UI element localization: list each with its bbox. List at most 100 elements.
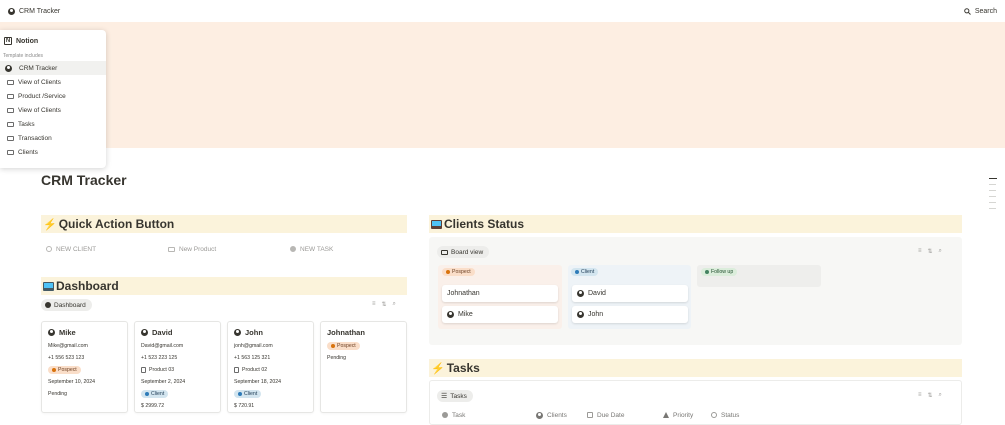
status-text: Pospect [452, 269, 471, 275]
new-product-button[interactable]: New Product [163, 242, 285, 256]
card-phone: +1 556 523 123 [48, 355, 85, 361]
card-amount: $ 2999.72 [141, 403, 165, 409]
person-icon [48, 328, 55, 336]
person-icon [234, 328, 241, 336]
tasks-column-headers: Task Clients Due Date Priority Status [442, 409, 952, 421]
board-card-mike[interactable]: Mike [442, 306, 558, 323]
card-status: Client [141, 388, 214, 400]
sidebar-brand[interactable]: N Notion [0, 35, 106, 47]
dashboard-heading: Dashboard [41, 277, 407, 295]
tasks-heading-text: Tasks [446, 361, 480, 375]
card-name: Johnathan [327, 327, 365, 337]
column-header-task[interactable]: Task [442, 412, 536, 419]
person-icon [536, 411, 543, 419]
sidebar-item-label: Product /Service [18, 92, 66, 100]
column-header-due-date[interactable]: Due Date [587, 412, 663, 419]
card-date: September 2, 2024 [141, 379, 186, 385]
lightning-icon: ⚡ [431, 362, 445, 375]
card-title: Mike [48, 326, 121, 338]
document-icon [141, 367, 146, 373]
breadcrumb-title: CRM Tracker [19, 7, 61, 15]
search-button[interactable]: Search [964, 8, 997, 15]
card-status: Pospect [48, 364, 121, 376]
tasks-view-tab[interactable]: ☰ Tasks [437, 390, 473, 402]
sidebar-item-label: Tasks [18, 120, 35, 128]
breadcrumb[interactable]: CRM Tracker [8, 7, 61, 15]
page-title: CRM Tracker [41, 172, 127, 188]
search-icon[interactable]: ⌕ [939, 392, 942, 399]
board-card-johnathan[interactable]: Johnathan [442, 285, 558, 302]
filter-icon[interactable]: ≡ [372, 301, 376, 308]
sidebar-item-view-of-clients-2[interactable]: View of Clients [0, 103, 106, 117]
status-text: Client [244, 391, 258, 397]
status-text: Follow up [711, 269, 734, 275]
quick-actions-heading: ⚡ Quick Action Button [41, 215, 407, 233]
new-task-button[interactable]: NEW TASK [285, 242, 407, 256]
topbar: CRM Tracker Search [0, 0, 1005, 22]
sidebar-item-label: View of Clients [18, 78, 61, 86]
board-card-john[interactable]: John [572, 306, 688, 323]
card-title: John [234, 326, 307, 338]
notion-logo-icon: N [4, 37, 12, 45]
card-name: John [245, 327, 263, 337]
person-icon [141, 328, 148, 336]
card-email: Mike@gmail.com [48, 343, 88, 349]
dashboard-card-john[interactable]: John jonh@gmail.com +1 563 125 321 Produ… [227, 321, 314, 413]
filter-icon[interactable]: ≡ [918, 248, 922, 255]
lightning-icon: ⚡ [43, 218, 57, 231]
sidebar-item-product-service[interactable]: Product /Service [0, 89, 106, 103]
view-icon [45, 302, 51, 308]
person-icon [447, 311, 454, 318]
card-name: David [152, 327, 173, 337]
sidebar-item-crm-tracker[interactable]: CRM Tracker [0, 61, 106, 75]
status-text: Client [151, 391, 165, 397]
board-card-label: Mike [458, 311, 473, 318]
new-client-button[interactable]: NEW CLIENT [41, 242, 163, 256]
table-icon [7, 79, 14, 85]
sidebar-item-view-of-clients[interactable]: View of Clients [0, 75, 106, 89]
sidebar-item-tasks[interactable]: Tasks [0, 117, 106, 131]
sidebar-item-clients[interactable]: Clients [0, 145, 106, 159]
table-of-contents[interactable] [989, 178, 997, 214]
board-view-tab[interactable]: Board view [437, 246, 490, 258]
sort-icon[interactable]: ⇅ [928, 392, 933, 399]
dashboard-card-johnathan[interactable]: Johnathan Pospect Pending [320, 321, 407, 413]
search-icon[interactable]: ⌕ [939, 248, 942, 255]
table-icon [7, 121, 14, 127]
sort-icon[interactable]: ⇅ [382, 301, 387, 308]
card-name: Mike [59, 327, 76, 337]
sidebar-item-transaction[interactable]: Transaction [0, 131, 106, 145]
column-header-clients[interactable]: Clients [536, 411, 587, 419]
check-circle-icon [290, 246, 296, 252]
sidebar-item-label: CRM Tracker [19, 64, 58, 72]
dashboard-card-david[interactable]: David David@gmail.com +1 523 223 125 Pro… [134, 321, 221, 413]
card-phone: +1 563 125 321 [234, 355, 271, 361]
card-phone: +1 523 223 125 [141, 355, 178, 361]
status-badge: Pospect [327, 342, 360, 350]
product-icon [168, 246, 175, 252]
product-text: Product 03 [149, 367, 175, 373]
column-header-priority[interactable]: Priority [663, 412, 711, 419]
quick-actions-heading-text: Quick Action Button [58, 217, 175, 231]
status-text: Pospect [58, 367, 77, 373]
quick-actions-row: NEW CLIENT New Product NEW TASK [41, 242, 407, 256]
dashboard-view-label: Dashboard [54, 301, 86, 309]
status-text: Client [581, 269, 595, 275]
board-card-david[interactable]: David [572, 285, 688, 302]
tasks-view-label: Tasks [450, 392, 467, 400]
card-state: Pending [327, 355, 347, 361]
search-icon[interactable]: ⌕ [393, 301, 396, 308]
column-header-status[interactable]: Status [711, 412, 771, 419]
dashboard-card-mike[interactable]: Mike Mike@gmail.com +1 556 523 123 Pospe… [41, 321, 128, 413]
new-product-label: New Product [179, 245, 217, 253]
sidebar-item-label: Clients [18, 148, 38, 156]
filter-icon[interactable]: ≡ [918, 392, 922, 399]
dashboard-view-tab[interactable]: Dashboard [41, 299, 92, 311]
dashboard-heading-text: Dashboard [56, 279, 119, 293]
column-header-client: Client [571, 268, 599, 276]
search-label: Search [974, 7, 997, 15]
column-header-prospect: Pospect [442, 268, 475, 276]
product-text: Product 02 [242, 367, 268, 373]
status-badge: Pospect [442, 268, 475, 276]
sort-icon[interactable]: ⇅ [928, 248, 933, 255]
